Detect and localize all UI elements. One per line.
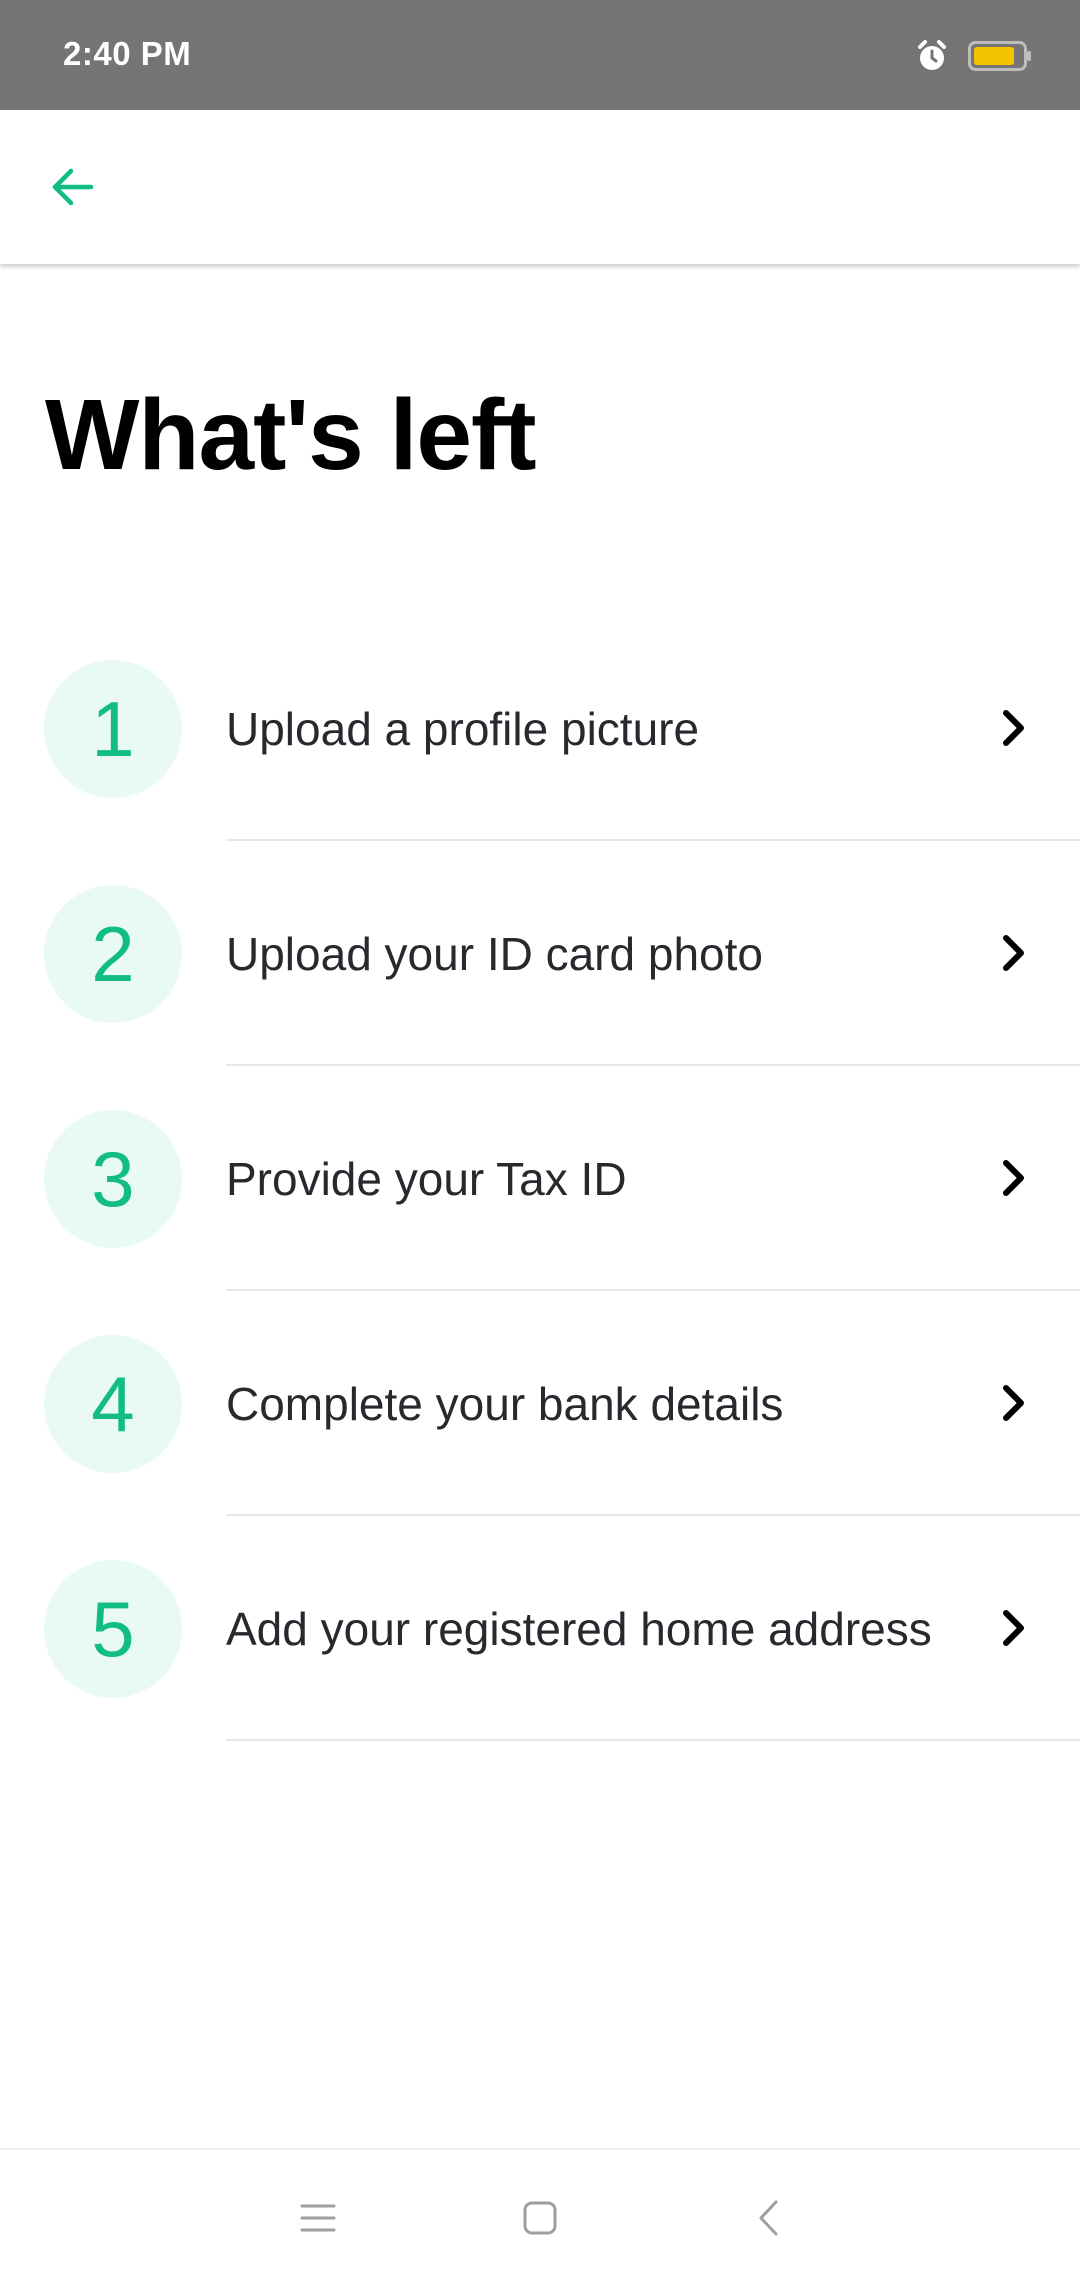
step-label: Provide your Tax ID	[226, 1153, 627, 1205]
step-number-badge: 3	[44, 1110, 182, 1248]
divider	[226, 1514, 1080, 1516]
divider	[226, 1739, 1080, 1741]
chevron-right-icon	[1003, 935, 1024, 971]
step-number-badge: 2	[44, 885, 182, 1023]
back-button[interactable]	[32, 152, 112, 222]
status-bar: 2:40 PM	[0, 0, 1080, 110]
step-label: Add your registered home address	[226, 1603, 932, 1655]
alarm-icon	[918, 40, 946, 70]
menu-icon	[300, 2204, 336, 2232]
divider	[226, 839, 1080, 841]
divider	[226, 1289, 1080, 1291]
back-chevron-icon	[759, 2200, 778, 2236]
recent-apps-button[interactable]	[288, 2190, 348, 2246]
battery-icon	[968, 41, 1031, 71]
system-back-button[interactable]	[738, 2190, 798, 2246]
chevron-right-icon	[1003, 1385, 1024, 1421]
system-navigation-bar	[0, 2148, 1080, 2282]
step-label: Complete your bank details	[226, 1378, 784, 1430]
step-number-badge: 5	[44, 1560, 182, 1698]
arrow-left-icon	[52, 168, 94, 206]
divider	[226, 1064, 1080, 1066]
step-label: Upload your ID card photo	[226, 928, 763, 980]
step-item-home-address[interactable]: 5 Add your registered home address	[0, 1545, 1080, 1770]
page-title: What's left	[45, 379, 537, 491]
home-square-icon	[523, 2201, 557, 2235]
app-bar	[0, 110, 1080, 264]
home-button[interactable]	[510, 2190, 570, 2246]
status-time: 2:40 PM	[63, 35, 192, 72]
step-number-badge: 4	[44, 1335, 182, 1473]
chevron-right-icon	[1003, 1160, 1024, 1196]
step-number-badge: 1	[44, 660, 182, 798]
step-item-tax-id[interactable]: 3 Provide your Tax ID	[0, 1095, 1080, 1320]
step-item-profile-picture[interactable]: 1 Upload a profile picture	[0, 645, 1080, 870]
step-label: Upload a profile picture	[226, 703, 700, 755]
step-item-bank-details[interactable]: 4 Complete your bank details	[0, 1320, 1080, 1545]
chevron-right-icon	[1003, 1610, 1024, 1646]
step-item-id-card-photo[interactable]: 2 Upload your ID card photo	[0, 870, 1080, 1095]
status-icons	[914, 38, 1032, 74]
chevron-right-icon	[1003, 710, 1024, 746]
steps-list: 1 Upload a profile picture 2 Upload your…	[0, 645, 1080, 1770]
